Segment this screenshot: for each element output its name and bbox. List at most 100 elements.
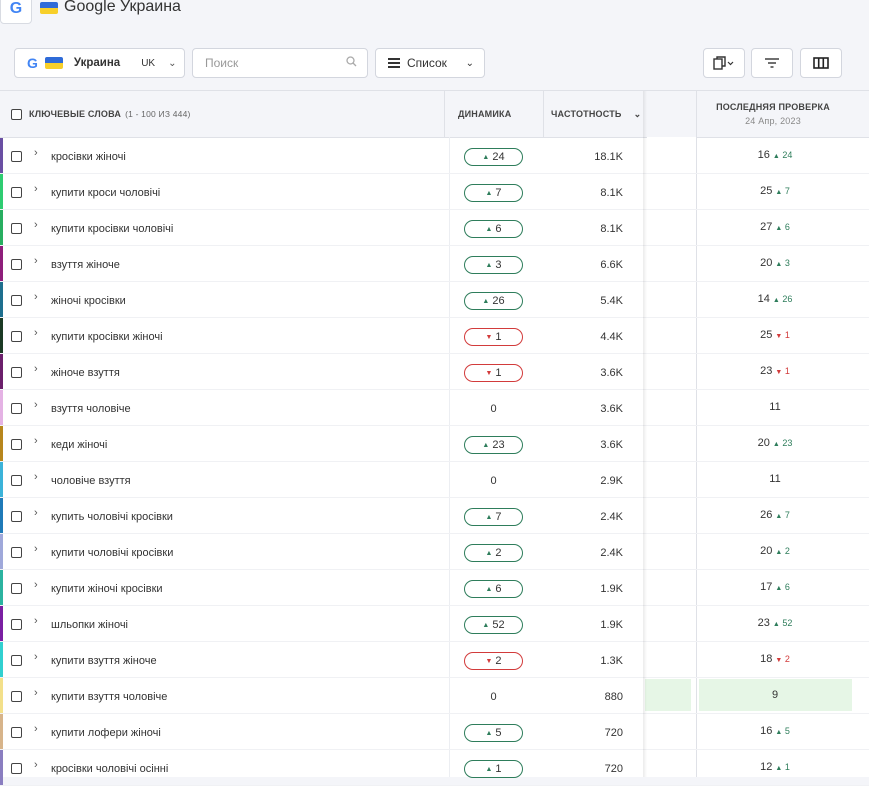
expand-chevron-icon[interactable]: › <box>34 687 38 699</box>
row-checkbox[interactable] <box>11 655 22 666</box>
expand-chevron-icon[interactable]: › <box>34 435 38 447</box>
expand-chevron-icon[interactable]: › <box>34 507 38 519</box>
expand-chevron-icon[interactable]: › <box>34 579 38 591</box>
frequency-value: 8.1K <box>600 223 623 235</box>
table-header: Ключевые слова (1 - 100 из 444) Динамика… <box>0 91 869 138</box>
row-checkbox[interactable] <box>11 511 22 522</box>
header-frequency[interactable]: Частотность ⌄ <box>551 91 641 137</box>
position-cell: 12 ▲ 1 <box>698 761 852 773</box>
table-row[interactable]: › взуття жіноче ▲ 3 6.6K 20 ▲ 3 <box>0 246 869 282</box>
expand-chevron-icon[interactable]: › <box>34 183 38 195</box>
expand-chevron-icon[interactable]: › <box>34 291 38 303</box>
header-dynamics[interactable]: Динамика <box>458 91 511 137</box>
expand-chevron-icon[interactable]: › <box>34 363 38 375</box>
expand-chevron-icon[interactable]: › <box>34 543 38 555</box>
row-checkbox[interactable] <box>11 259 22 270</box>
position-value: 20 <box>760 545 773 557</box>
keyword-text: купити взуття чоловіче <box>51 691 168 703</box>
table-row[interactable]: › купити лофери жіночі ▲ 5 720 16 ▲ 5 <box>0 714 869 750</box>
arrow-up-icon: ▲ <box>485 261 493 269</box>
filter-button[interactable] <box>751 48 793 78</box>
expand-chevron-icon[interactable]: › <box>34 399 38 411</box>
expand-chevron-icon[interactable]: › <box>34 147 38 159</box>
table-row[interactable]: › купити взуття жіноче ▼ 2 1.3K 18 ▼ 2 <box>0 642 869 678</box>
expand-chevron-icon[interactable]: › <box>34 219 38 231</box>
row-checkbox[interactable] <box>11 619 22 630</box>
frequency-value: 2.4K <box>600 511 623 523</box>
table-row[interactable]: › купити кросівки чоловічі ▲ 6 8.1K 27 ▲ 6 <box>0 210 869 246</box>
expand-chevron-icon[interactable]: › <box>34 255 38 267</box>
arrow-up-icon: ▲ <box>485 549 493 557</box>
copy-button[interactable] <box>703 48 745 78</box>
table-row[interactable]: › купити кроси чоловічі ▲ 7 8.1K 25 ▲ 7 <box>0 174 869 210</box>
table-row[interactable]: › жіноче взуття ▼ 1 3.6K 23 ▼ 1 <box>0 354 869 390</box>
search-icon[interactable] <box>346 56 357 70</box>
position-cell: 26 ▲ 7 <box>698 509 852 521</box>
row-checkbox[interactable] <box>11 331 22 342</box>
row-checkbox[interactable] <box>11 583 22 594</box>
row-checkbox[interactable] <box>11 727 22 738</box>
arrow-up-icon: ▲ <box>775 513 783 520</box>
dynamics-cell: ▲ 23 <box>464 436 523 454</box>
row-checkbox[interactable] <box>11 691 22 702</box>
table-row[interactable]: › купити чоловічі кросівки ▲ 2 2.4K 20 ▲ 2 <box>0 534 869 570</box>
row-checkbox[interactable] <box>11 403 22 414</box>
position-value: 12 <box>760 761 773 773</box>
position-value: 16 <box>760 725 773 737</box>
arrow-up-icon: ▲ <box>775 765 783 772</box>
arrow-up-icon: ▲ <box>482 441 490 449</box>
expand-chevron-icon[interactable]: › <box>34 471 38 483</box>
table-row[interactable]: › купить чоловічі кросівки ▲ 7 2.4K 26 ▲ 7 <box>0 498 869 534</box>
dynamics-badge: ▲ 52 <box>464 616 523 634</box>
table-row[interactable]: › шльопки жіночі ▲ 52 1.9K 23 ▲ 52 <box>0 606 869 642</box>
row-checkbox[interactable] <box>11 367 22 378</box>
dynamics-badge: ▲ 23 <box>464 436 523 454</box>
table-row[interactable]: › жіночі кросівки ▲ 26 5.4K 14 ▲ 26 <box>0 282 869 318</box>
search-input[interactable] <box>203 55 337 71</box>
frequency-value: 6.6K <box>600 259 623 271</box>
search-box[interactable] <box>192 48 368 78</box>
sort-chevron-icon[interactable]: ⌄ <box>634 109 642 120</box>
table-row[interactable]: › взуття чоловіче 0 3.6K 11 <box>0 390 869 426</box>
expand-chevron-icon[interactable]: › <box>34 759 38 771</box>
position-change: ▼ 2 <box>775 654 790 664</box>
ukraine-flag-icon <box>44 57 63 69</box>
keyword-text: жіноче взуття <box>51 367 120 379</box>
row-checkbox[interactable] <box>11 547 22 558</box>
table-row[interactable]: › кросівки чоловічі осінні ▲ 1 720 12 ▲ 1 <box>0 750 869 786</box>
group-color-stripe <box>0 570 3 606</box>
position-change: ▲ 23 <box>772 438 793 448</box>
table-row[interactable]: › кросівки жіночі ▲ 24 18.1K 16 ▲ 24 <box>0 138 869 174</box>
table-row[interactable]: › купити кросівки жіночі ▼ 1 4.4K 25 ▼ 1 <box>0 318 869 354</box>
dynamics-cell: ▼ 1 <box>464 364 523 382</box>
arrow-up-icon: ▲ <box>772 153 780 160</box>
expand-chevron-icon[interactable]: › <box>34 615 38 627</box>
table-row[interactable]: › чоловіче взуття 0 2.9K 11 <box>0 462 869 498</box>
columns-button[interactable] <box>800 48 842 78</box>
row-checkbox[interactable] <box>11 151 22 162</box>
table-row[interactable]: › купити взуття чоловіче 0 880 9 <box>0 678 869 714</box>
row-checkbox[interactable] <box>11 187 22 198</box>
table-row[interactable]: › купити жіночі кросівки ▲ 6 1.9K 17 ▲ 6 <box>0 570 869 606</box>
view-mode-select[interactable]: Список ⌄ <box>375 48 485 78</box>
row-checkbox[interactable] <box>11 295 22 306</box>
dynamics-cell: ▲ 6 <box>464 580 523 598</box>
row-checkbox[interactable] <box>11 475 22 486</box>
position-cell: 18 ▼ 2 <box>698 653 852 665</box>
group-color-stripe <box>0 498 3 534</box>
position-cell: 23 ▼ 1 <box>698 365 852 377</box>
row-checkbox[interactable] <box>11 223 22 234</box>
row-checkbox[interactable] <box>11 439 22 450</box>
dynamics-cell: ▲ 3 <box>464 256 523 274</box>
header-last-check[interactable]: Последняя проверка 24 Апр, 2023 <box>698 91 848 137</box>
expand-chevron-icon[interactable]: › <box>34 723 38 735</box>
location-selector[interactable]: G Украина UK ⌄ <box>14 48 185 78</box>
arrow-up-icon: ▲ <box>482 621 490 629</box>
group-color-stripe <box>0 174 3 210</box>
position-change: ▲ 26 <box>772 294 793 304</box>
select-all-checkbox[interactable] <box>11 108 22 120</box>
row-checkbox[interactable] <box>11 763 22 774</box>
expand-chevron-icon[interactable]: › <box>34 327 38 339</box>
expand-chevron-icon[interactable]: › <box>34 651 38 663</box>
table-row[interactable]: › кеди жіночі ▲ 23 3.6K 20 ▲ 23 <box>0 426 869 462</box>
